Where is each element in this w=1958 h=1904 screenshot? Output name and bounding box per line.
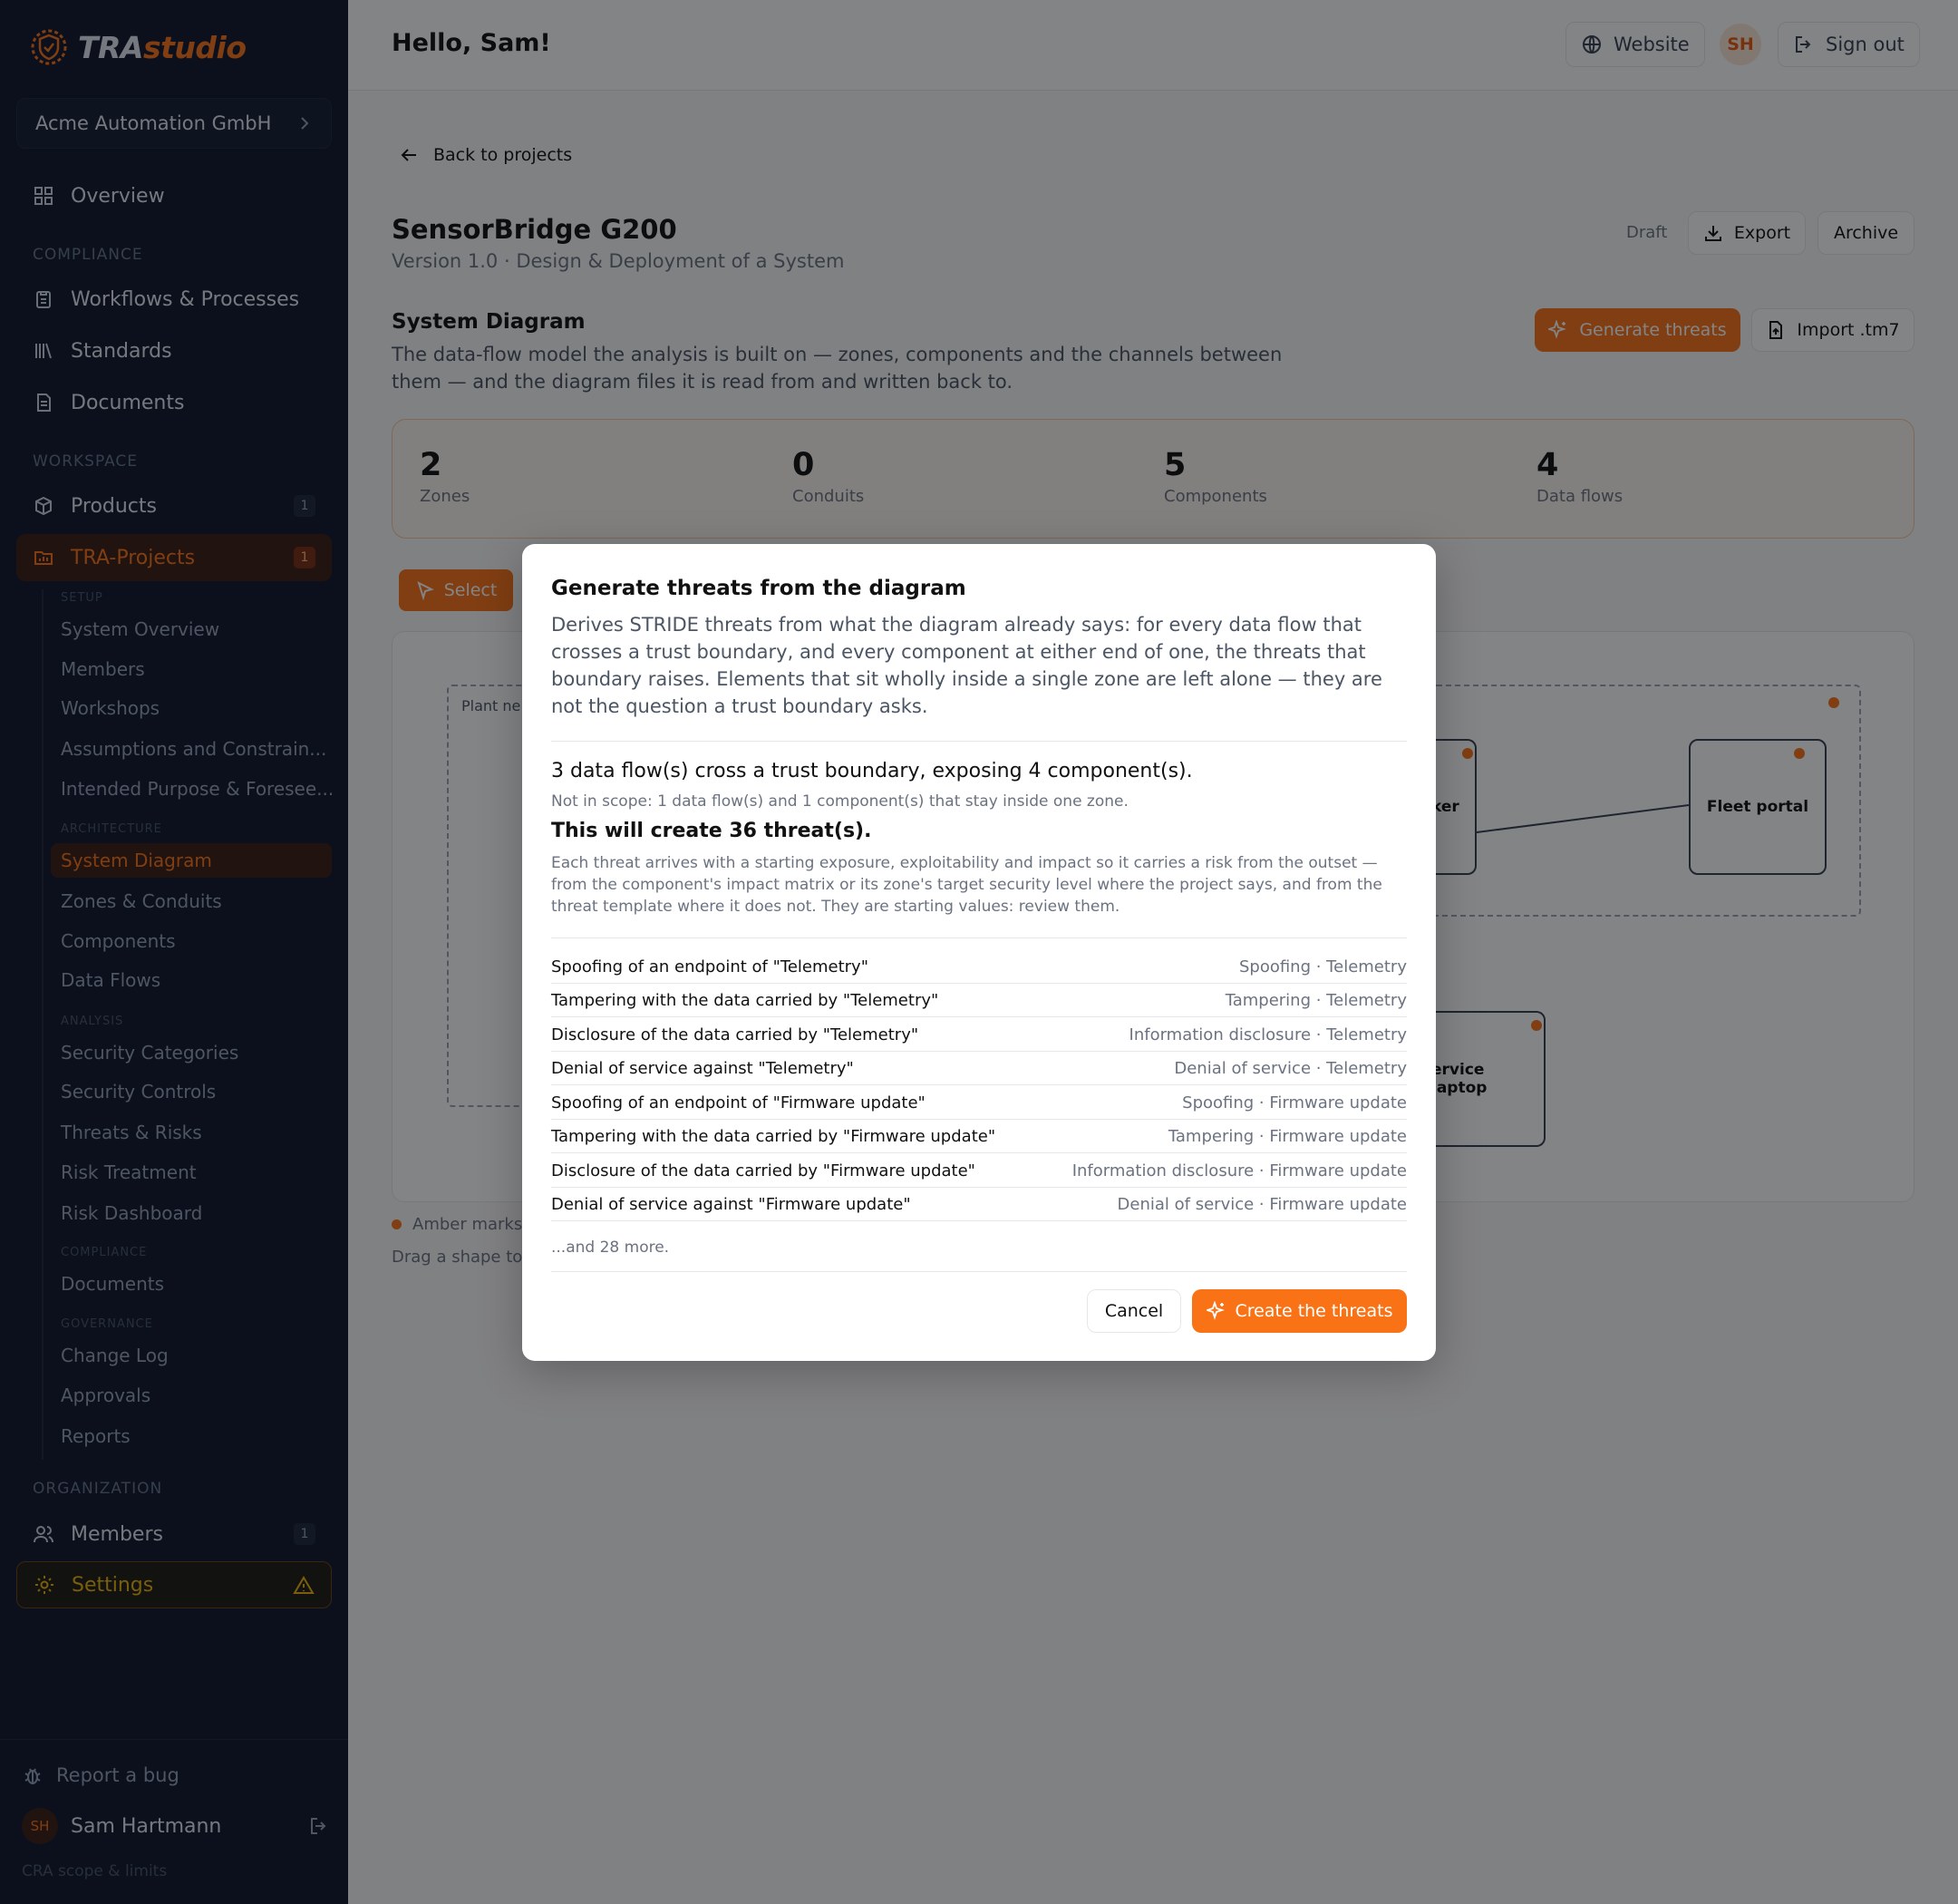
- more-threats-note: ...and 28 more.: [551, 1239, 670, 1257]
- threat-row: Denial of service against "Firmware upda…: [551, 1188, 1407, 1221]
- boundary-summary: 3 data flow(s) cross a trust boundary, e…: [551, 760, 1193, 782]
- generate-threats-dialog: Generate threats from the diagram Derive…: [522, 544, 1436, 1361]
- create-threats-button[interactable]: Create the threats: [1192, 1289, 1407, 1333]
- threat-row: Tampering with the data carried by "Firm…: [551, 1120, 1407, 1153]
- dialog-title: Generate threats from the diagram: [551, 577, 966, 600]
- threat-row: Denial of service against "Telemetry" De…: [551, 1052, 1407, 1085]
- sparkle-icon: [1206, 1301, 1225, 1320]
- divider: [551, 741, 1407, 742]
- threat-row: Spoofing of an endpoint of "Telemetry" S…: [551, 950, 1407, 984]
- threat-row: Tampering with the data carried by "Tele…: [551, 984, 1407, 1017]
- divider: [551, 937, 1407, 938]
- threat-count: This will create 36 threat(s).: [551, 820, 872, 842]
- threat-row: Disclosure of the data carried by "Telem…: [551, 1018, 1407, 1052]
- cancel-button[interactable]: Cancel: [1087, 1289, 1181, 1333]
- starting-values-note: Each threat arrives with a starting expo…: [551, 854, 1382, 916]
- dialog-description: Derives STRIDE threats from what the dia…: [551, 614, 1382, 717]
- divider: [551, 1271, 1407, 1272]
- threat-row: Spoofing of an endpoint of "Firmware upd…: [551, 1086, 1407, 1120]
- threat-row: Disclosure of the data carried by "Firmw…: [551, 1154, 1407, 1188]
- not-in-scope-note: Not in scope: 1 data flow(s) and 1 compo…: [551, 792, 1129, 811]
